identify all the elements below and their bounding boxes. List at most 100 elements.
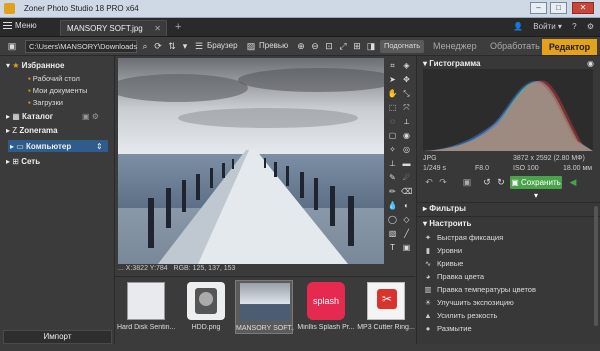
fill-icon[interactable]: ▬ [401, 158, 412, 169]
redo-icon[interactable]: ↷ [437, 176, 449, 188]
user-icon[interactable]: 👤 [513, 22, 523, 31]
sidebar-item-computer[interactable]: ▸ ▭ Компьютер [10, 142, 71, 151]
ellipse-icon[interactable]: ◯ [387, 214, 398, 225]
histogram-settings-icon[interactable]: ◉ [587, 59, 594, 68]
shape-icon[interactable]: ◇ [401, 214, 412, 225]
sidebar-item-downloads[interactable]: ▪ Загрузки [28, 98, 63, 107]
thumbnail-item[interactable]: splash Mirillis Splash Pr... [297, 280, 355, 334]
preview-icon[interactable]: ▨ [245, 40, 257, 52]
image-dimensions: 3872 x 2592 (2.80 МФ) [513, 155, 585, 162]
gear-icon[interactable]: ⚙ [587, 22, 594, 31]
eraser-icon[interactable]: ⌫ [401, 186, 412, 197]
layers-icon[interactable]: ◈ [401, 60, 412, 71]
drop-icon[interactable]: 💧 [387, 200, 398, 211]
tool-color-edit[interactable]: ◕ Правка цвета [423, 272, 484, 281]
menu-button[interactable]: Меню [3, 21, 37, 30]
redeye-icon[interactable]: ◎ [401, 144, 412, 155]
thumbnail-item[interactable]: ✂ MP3 Cutter Ring... [357, 280, 415, 334]
compare-icon[interactable]: ⊞ [351, 40, 363, 52]
sidebar-item-desktop[interactable]: ▪ Рабочий стол [28, 74, 80, 83]
share-icon[interactable]: ◀ [567, 176, 579, 188]
hand-icon[interactable]: ✋ [387, 88, 398, 99]
adjust-section[interactable]: ▾ Настроить [423, 219, 471, 228]
lasso-icon[interactable]: ◌ [387, 116, 398, 127]
image-icon[interactable]: ▣ [461, 176, 473, 188]
tab-manager[interactable]: Менеджер [433, 41, 477, 51]
histogram-title[interactable]: ▾ Гистограмма [423, 59, 481, 68]
browser-icon[interactable]: ☰ [193, 40, 205, 52]
eye-icon[interactable]: ◉ [401, 130, 412, 141]
sort-icon[interactable]: ⇅ [166, 40, 178, 52]
browser-button[interactable]: Браузер [207, 41, 238, 50]
filters-section[interactable]: ▸ Фильтры [423, 204, 466, 213]
pencil-icon[interactable]: ✏ [387, 186, 398, 197]
preview-button[interactable]: Превью [259, 41, 288, 50]
tool-blur[interactable]: ● Размытие [423, 324, 472, 333]
undo-icon[interactable]: ↶ [423, 176, 435, 188]
frame-icon[interactable]: ▣ [401, 242, 412, 253]
bucket-icon[interactable]: ◐ [401, 200, 412, 211]
expand-icon[interactable]: ⇕ [96, 142, 103, 151]
sidebar-item-zonerama[interactable]: ▸ Z Zonerama [6, 126, 58, 135]
tool-exposure[interactable]: ☀ Улучшить экспозицию [423, 298, 514, 307]
move-icon[interactable]: ✥ [401, 74, 412, 85]
filter-icon[interactable]: ▾ [179, 40, 191, 52]
brush-icon[interactable]: ✎ [387, 172, 398, 183]
resize-icon[interactable]: ⤡ [401, 88, 412, 99]
thumbnail-item-selected[interactable]: MANSORY SOFT.... [235, 280, 294, 334]
pointer-icon[interactable]: ➤ [387, 74, 398, 85]
text-icon[interactable]: T [387, 242, 398, 253]
right-panel-scrollbar[interactable] [594, 206, 598, 326]
wand-icon[interactable]: ✧ [387, 144, 398, 155]
rotate-left-icon[interactable]: ↺ [481, 176, 493, 188]
thumbnail-item[interactable]: HDD.png [177, 280, 235, 334]
tool-color-temperature[interactable]: ▥ Правка температуры цветов [423, 285, 536, 294]
crop-icon[interactable]: ⌗ [387, 60, 398, 71]
zoom-out-icon[interactable]: ⊖ [309, 40, 321, 52]
sidebar-item-catalog[interactable]: ▸ ▦ Каталог [6, 112, 53, 121]
tab-document[interactable]: MANSORY SOFT.jpg ✕ [60, 20, 167, 36]
tool-curves[interactable]: ∿ Кривые [423, 259, 463, 268]
minimize-button[interactable]: – [530, 2, 547, 14]
maximize-button[interactable]: □ [550, 2, 567, 14]
tab-develop[interactable]: Обработать [490, 41, 540, 51]
import-button[interactable]: Импорт [3, 330, 112, 344]
select-icon[interactable]: ⬚ [387, 102, 398, 113]
smudge-icon[interactable]: ☄ [401, 172, 412, 183]
close-tab-icon[interactable]: ✕ [154, 24, 161, 33]
login-button[interactable]: Войти ▾ [533, 22, 562, 31]
thumbnail-item[interactable]: Hard Disk Sentin... [117, 280, 175, 334]
add-tab-button[interactable]: + [175, 21, 181, 33]
image-preview[interactable] [118, 58, 384, 264]
save-button[interactable]: ▣ Сохранить ▾ [510, 176, 562, 200]
straighten-icon[interactable]: ⟂ [401, 116, 412, 127]
rotate-right-icon[interactable]: ↻ [495, 176, 507, 188]
fit-button[interactable]: Подогнать [380, 40, 425, 53]
transform-icon[interactable]: ⤧ [401, 102, 412, 113]
fullscreen-icon[interactable]: ⤢ [337, 40, 349, 52]
focal-length: 18.00 мм [563, 165, 593, 172]
tool-quick-fix[interactable]: ✦ Быстрая фиксация [423, 233, 503, 242]
gradient-icon[interactable]: ▧ [387, 228, 398, 239]
zoom-fit-icon[interactable]: ⊡ [323, 40, 335, 52]
sidebar-item-favorites[interactable]: ▾ ★ Избранное [6, 61, 64, 70]
tool-levels[interactable]: ▮ Уровни [423, 246, 462, 255]
tool-sharpen[interactable]: ▲ Усилить резкость [423, 311, 497, 320]
catalog-add-icon[interactable]: ▣ ⚙ [82, 112, 99, 121]
line-icon[interactable]: ╱ [401, 228, 412, 239]
editor-tools: ⌗ ◈ ➤ ✥ ✋ ⤡ ⬚ ⤧ ◌ ⟂ ▢ ◉ ✧ ◎ ⊥ ▬ ✎ ☄ ✏ ⌫ 💧 ◐ ◯ ◇ ▧ ╱ T… [385, 58, 415, 258]
search-icon[interactable]: ⌕ [139, 40, 151, 52]
path-field[interactable]: C:\Users\MANSORY\Downloads [25, 40, 137, 53]
folder-icon[interactable]: ▣ [6, 40, 18, 52]
stamp-icon[interactable]: ⊥ [387, 158, 398, 169]
zoom-in-icon[interactable]: ⊕ [295, 40, 307, 52]
refresh-icon[interactable]: ⟳ [152, 40, 164, 52]
help-icon[interactable]: ? [572, 22, 576, 31]
tool-label: Кривые [437, 259, 464, 268]
rect-select-icon[interactable]: ▢ [387, 130, 398, 141]
sidebar-item-network[interactable]: ▸ ⊞ Сеть [6, 157, 40, 166]
tab-editor[interactable]: Редактор [542, 39, 597, 55]
overlay-icon[interactable]: ◨ [365, 40, 377, 52]
close-button[interactable]: ✕ [572, 2, 594, 14]
sidebar-item-documents[interactable]: ▪ Мои документы [28, 86, 87, 95]
